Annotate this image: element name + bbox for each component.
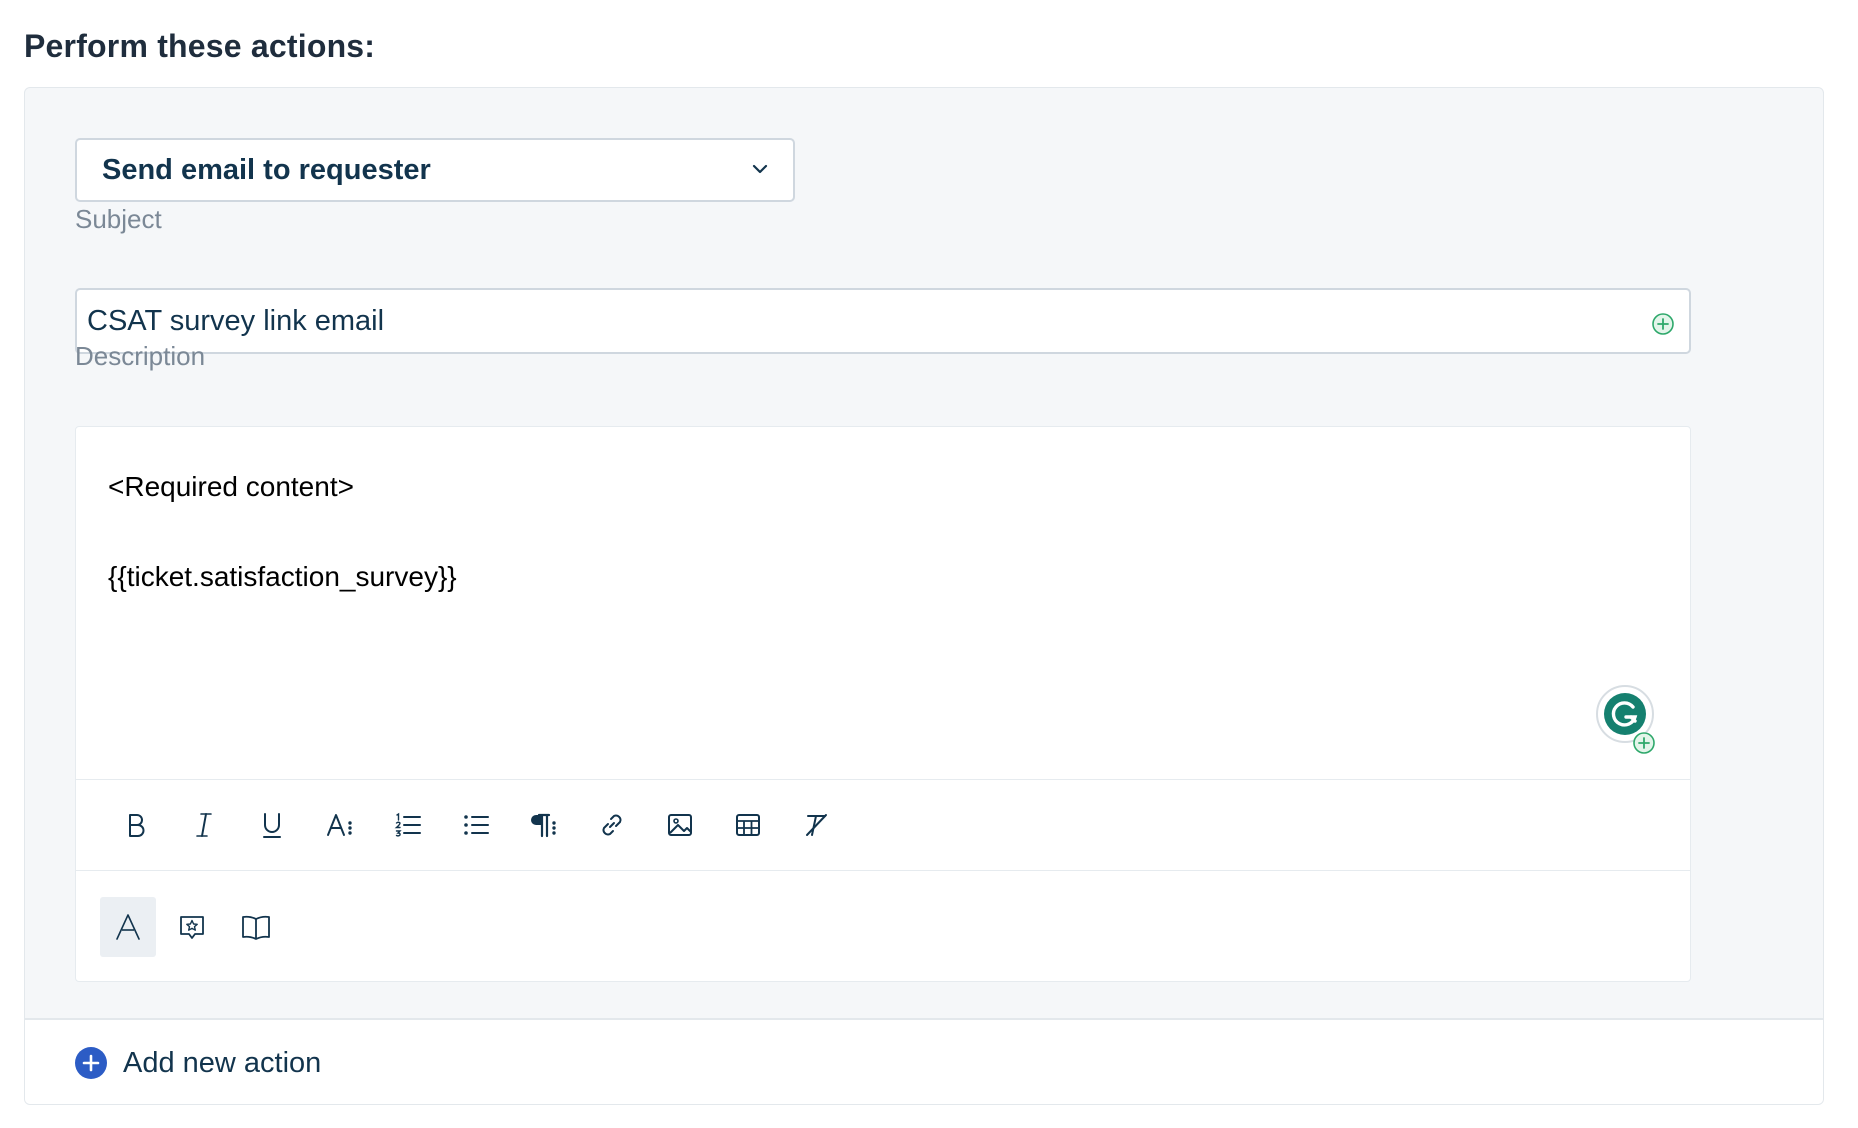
italic-icon	[196, 813, 212, 837]
clear-format-button[interactable]	[782, 795, 850, 855]
subject-label: Subject	[75, 204, 162, 234]
editor-line: <Required content>	[108, 471, 354, 502]
add-placeholder-icon[interactable]	[1632, 731, 1656, 755]
add-placeholder-icon[interactable]	[1651, 312, 1675, 336]
bold-icon	[129, 814, 145, 837]
actions-panel: Send email to requester Subject CSAT sur…	[24, 87, 1824, 1105]
description-editor[interactable]: <Required content> {{ticket.satisfaction…	[75, 426, 1691, 982]
chevron-down-icon	[752, 164, 768, 174]
bullet-list-button[interactable]	[442, 795, 510, 855]
editor-line: {{ticket.satisfaction_survey}}	[108, 561, 457, 592]
add-action-bar: Add new action	[25, 1018, 1823, 1104]
image-icon	[668, 814, 692, 836]
description-label: Description	[75, 341, 206, 371]
clear-format-icon	[806, 814, 827, 836]
section-heading: Perform these actions:	[24, 28, 376, 64]
solution-article-button[interactable]	[228, 897, 284, 957]
bold-button[interactable]	[102, 795, 170, 855]
canned-response-icon	[180, 916, 204, 939]
link-button[interactable]	[578, 795, 646, 855]
font-size-icon	[327, 814, 352, 836]
font-size-button[interactable]	[306, 795, 374, 855]
subject-value: CSAT survey link email	[87, 304, 385, 337]
grammarly-icon	[1604, 693, 1646, 735]
ordered-list-button[interactable]	[374, 795, 442, 855]
underline-icon	[263, 813, 281, 838]
canned-response-button[interactable]	[164, 897, 220, 957]
subject-input[interactable]: CSAT survey link email	[75, 288, 1691, 354]
action-type-selected: Send email to requester	[102, 153, 431, 186]
paragraph-icon	[531, 813, 556, 838]
ordered-list-icon	[394, 812, 421, 837]
plus-circle-icon	[75, 1047, 107, 1079]
italic-button[interactable]	[170, 795, 238, 855]
editor-content[interactable]: <Required content> {{ticket.satisfaction…	[76, 427, 1690, 779]
insert-image-button[interactable]	[646, 795, 714, 855]
table-icon	[736, 814, 760, 836]
underline-button[interactable]	[238, 795, 306, 855]
solution-article-icon	[242, 915, 270, 940]
bullet-list-icon	[464, 815, 489, 835]
add-new-action-label: Add new action	[123, 1046, 322, 1079]
paragraph-button[interactable]	[510, 795, 578, 855]
text-format-icon	[116, 914, 140, 940]
link-icon	[602, 814, 622, 836]
insert-table-button[interactable]	[714, 795, 782, 855]
formatting-toolbar	[76, 779, 1690, 871]
action-type-dropdown[interactable]: Send email to requester	[75, 138, 795, 202]
text-format-button[interactable]	[100, 897, 156, 957]
add-new-action-button[interactable]: Add new action	[75, 1047, 321, 1080]
editor-footer-toolbar	[76, 871, 1690, 983]
